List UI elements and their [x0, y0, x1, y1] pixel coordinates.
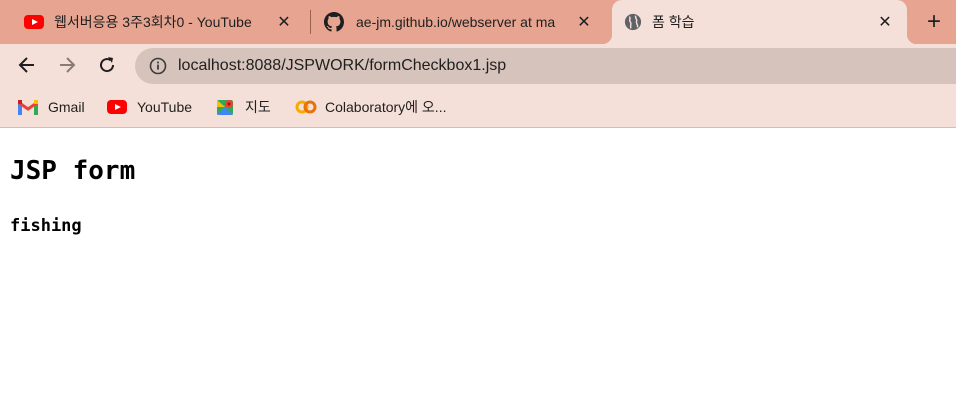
tab-title: 폼 학습	[652, 14, 695, 30]
tab-form-study[interactable]: 폼 학습 ✕	[602, 0, 917, 44]
address-bar[interactable]: localhost:8088/JSPWORK/formCheckbox1.jsp	[135, 48, 956, 84]
bookmark-label: YouTube	[137, 99, 193, 115]
bookmark-colab[interactable]: Colaboratory에 오...	[295, 96, 446, 118]
tab-title: 웹서버응용 3주3회차0 - YouTube	[54, 14, 252, 30]
reload-icon	[100, 57, 115, 73]
globe-icon	[624, 13, 642, 31]
bookmark-label: Gmail	[48, 99, 85, 115]
youtube-icon	[107, 100, 127, 114]
tab-youtube[interactable]: 웹서버응용 3주3회차0 - YouTube ✕	[0, 0, 306, 44]
tab-strip: 웹서버응용 3주3회차0 - YouTube ✕ ae-jm.github.io…	[0, 0, 956, 44]
bookmark-youtube[interactable]: YouTube	[107, 96, 192, 118]
selected-hobby-text: fishing	[10, 216, 82, 236]
info-icon[interactable]	[149, 57, 167, 75]
bookmark-label: 지도	[245, 99, 271, 115]
reload-button[interactable]	[91, 49, 123, 81]
bookmark-maps[interactable]: 지도	[216, 96, 271, 118]
back-button[interactable]	[11, 49, 43, 81]
maps-icon	[217, 99, 233, 115]
page-content: JSP form fishing	[0, 129, 956, 400]
forward-button[interactable]	[51, 49, 83, 81]
arrow-left-icon	[18, 57, 34, 73]
page-title: JSP form	[10, 156, 136, 186]
youtube-icon	[24, 15, 44, 29]
close-icon[interactable]: ✕	[574, 12, 594, 32]
gmail-icon	[18, 99, 38, 115]
github-icon	[324, 12, 344, 32]
bookmark-label: Colaboratory에 오...	[325, 99, 447, 115]
bookmark-gmail[interactable]: Gmail	[18, 96, 85, 118]
close-icon[interactable]: ✕	[274, 12, 294, 32]
colab-icon	[295, 100, 317, 114]
url-text[interactable]: localhost:8088/JSPWORK/formCheckbox1.jsp	[178, 57, 506, 75]
new-tab-button[interactable]: +	[920, 8, 948, 35]
tab-title: ae-jm.github.io/webserver at ma	[356, 14, 556, 30]
tab-github[interactable]: ae-jm.github.io/webserver at ma ✕	[312, 0, 608, 44]
tab-separator	[310, 10, 311, 34]
close-icon[interactable]: ✕	[875, 12, 895, 32]
bookmarks-bar: Gmail YouTube 지도 Colaboratory에 오...	[0, 86, 956, 128]
arrow-right-icon	[60, 57, 76, 73]
